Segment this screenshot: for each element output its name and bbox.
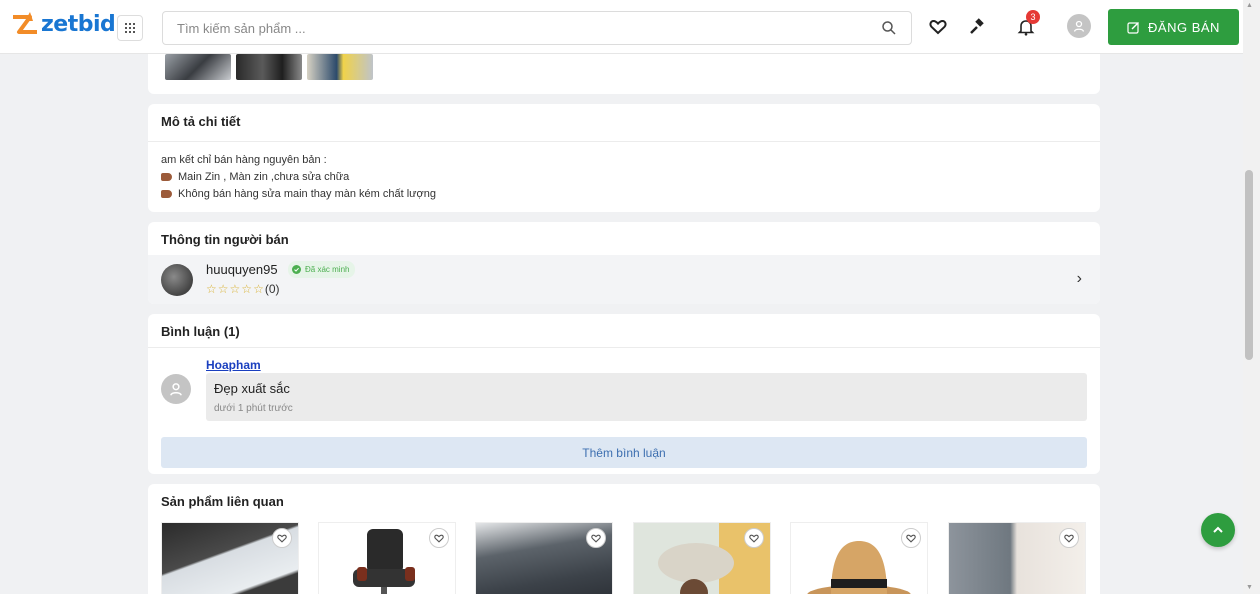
product-thumbnail[interactable]: [307, 54, 373, 80]
scroll-to-top-button[interactable]: [1201, 513, 1235, 547]
zetbid-logo[interactable]: zetbid: [10, 9, 116, 39]
favorites-heart-icon[interactable]: [927, 16, 949, 38]
description-text: am kết chỉ bán hàng nguyên bản : Main Zi…: [161, 152, 436, 203]
heart-icon[interactable]: [1059, 528, 1079, 548]
grid-icon: [125, 23, 135, 33]
commenter-avatar[interactable]: [161, 374, 191, 404]
verified-label: Đã xác minh: [305, 265, 350, 274]
heart-icon[interactable]: [586, 528, 606, 548]
comments-title: Bình luận (1): [161, 324, 240, 339]
related-product-laptop[interactable]: [475, 522, 613, 594]
seller-info-title: Thông tin người bán: [161, 232, 289, 247]
pointing-hand-icon: [161, 190, 172, 199]
star-icon: ☆: [217, 282, 229, 296]
edit-icon: [1127, 21, 1140, 34]
user-avatar[interactable]: [1067, 14, 1091, 38]
comment-text: Đẹp xuất sắc: [214, 381, 290, 396]
commenter-username-link[interactable]: Hoapham: [206, 358, 261, 372]
product-thumbnail[interactable]: [236, 54, 302, 80]
comment-bubble: Đẹp xuất sắc dưới 1 phút trước: [206, 373, 1087, 421]
heart-icon[interactable]: [429, 528, 449, 548]
search-icon[interactable]: [881, 20, 897, 41]
notifications-bell-icon[interactable]: 3: [1015, 10, 1040, 38]
user-icon: [170, 383, 182, 396]
apps-menu-button[interactable]: [117, 15, 143, 41]
divider: [148, 347, 1100, 348]
product-thumbnail[interactable]: [165, 54, 231, 80]
description-card: Mô tả chi tiết am kết chỉ bán hàng nguyê…: [148, 104, 1100, 212]
scroll-down-arrow-icon[interactable]: ▼: [1246, 584, 1253, 591]
related-product-straw-hat[interactable]: [790, 522, 928, 594]
logo-text: zetbid: [41, 11, 116, 37]
comment-time: dưới 1 phút trước: [214, 403, 293, 414]
star-icon: ☆: [229, 282, 241, 296]
related-product-fashion[interactable]: [948, 522, 1086, 594]
logo-mark-icon: [10, 9, 40, 39]
related-product-phone[interactable]: [161, 522, 299, 594]
search-bar: [162, 11, 912, 45]
scroll-up-arrow-icon[interactable]: ▲: [1246, 2, 1253, 9]
chevron-right-icon[interactable]: ›: [1077, 270, 1082, 288]
rating-count: (0): [264, 282, 280, 296]
seller-row[interactable]: huuquyen95 Đã xác minh ☆ ☆ ☆ ☆ ☆ (0) ›: [148, 255, 1100, 304]
seller-rating: ☆ ☆ ☆ ☆ ☆ (0): [206, 282, 280, 296]
description-line: Không bán hàng sửa main thay màn kém chấ…: [178, 188, 436, 200]
star-icon: ☆: [253, 282, 264, 296]
description-title: Mô tả chi tiết: [161, 114, 241, 129]
seller-avatar[interactable]: [161, 264, 193, 296]
description-line: am kết chỉ bán hàng nguyên bản :: [161, 154, 327, 166]
description-line: Main Zin , Màn zin ,chưa sửa chữa: [178, 171, 350, 183]
seller-info-card: Thông tin người bán huuquyen95 Đã xác mi…: [148, 222, 1100, 304]
related-products-title: Sản phẩm liên quan: [161, 494, 284, 509]
shield-check-icon: [292, 265, 301, 274]
verified-badge: Đã xác minh: [288, 261, 356, 278]
star-icon: ☆: [206, 282, 217, 296]
scrollbar-thumb[interactable]: [1245, 170, 1253, 360]
heart-icon[interactable]: [744, 528, 764, 548]
seller-username[interactable]: huuquyen95: [206, 262, 278, 277]
user-icon: [1073, 20, 1085, 32]
auction-hammer-icon[interactable]: [967, 16, 989, 38]
post-to-sell-button[interactable]: ĐĂNG BÁN: [1108, 9, 1239, 45]
chevron-up-icon: [1213, 526, 1223, 533]
heart-icon[interactable]: [901, 528, 921, 548]
related-product-bucket-hat[interactable]: [633, 522, 771, 594]
related-product-chair[interactable]: [318, 522, 456, 594]
star-icon: ☆: [241, 282, 253, 296]
post-to-sell-label: ĐĂNG BÁN: [1148, 19, 1220, 35]
comments-card: Bình luận (1) Hoapham Đẹp xuất sắc dưới …: [148, 314, 1100, 474]
notification-badge: 3: [1026, 10, 1040, 24]
related-products-card: Sản phẩm liên quan: [148, 484, 1100, 594]
divider: [148, 141, 1100, 142]
pointing-hand-icon: [161, 173, 172, 182]
description-bullet: Không bán hàng sửa main thay màn kém chấ…: [161, 186, 436, 203]
description-bullet: Main Zin , Màn zin ,chưa sửa chữa: [161, 169, 436, 186]
heart-icon[interactable]: [272, 528, 292, 548]
search-input[interactable]: [163, 12, 843, 44]
add-comment-button[interactable]: Thêm bình luận: [161, 437, 1087, 468]
top-header: zetbid 3 ĐĂNG BÁN: [0, 0, 1243, 54]
